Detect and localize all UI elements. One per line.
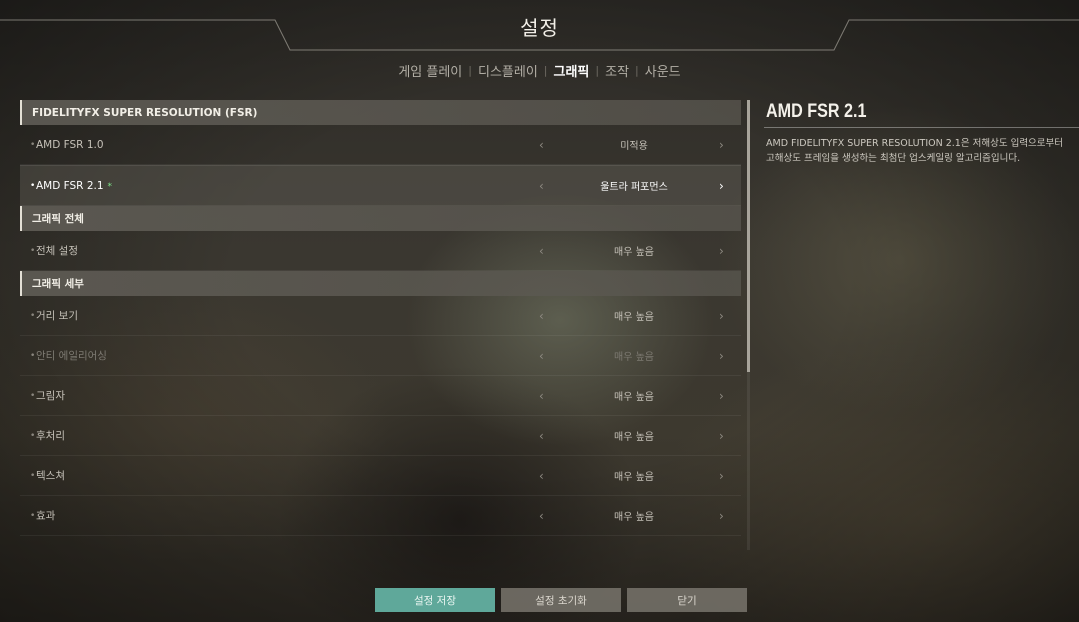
setting-value: 매우 높음 bbox=[614, 512, 654, 523]
tab-controls[interactable]: 조작 bbox=[599, 61, 635, 80]
setting-row-post-processing[interactable]: • 후처리 ‹ 매우 높음 › bbox=[20, 416, 741, 456]
section-header-detail: 그래픽 세부 bbox=[20, 271, 741, 296]
tab-bar: 게임 플레이 | 디스플레이 | 그래픽 | 조작 | 사운드 bbox=[0, 61, 1079, 80]
arrow-left-icon[interactable]: ‹ bbox=[539, 179, 544, 193]
setting-value: 매우 높음 bbox=[614, 312, 654, 323]
setting-label: 그림자 bbox=[36, 390, 65, 402]
setting-row-effects[interactable]: • 효과 ‹ 매우 높음 › bbox=[20, 496, 741, 536]
bullet-icon: • bbox=[30, 350, 36, 361]
scrollbar-thumb[interactable] bbox=[747, 100, 750, 372]
setting-value: 매우 높음 bbox=[614, 392, 654, 403]
close-button[interactable]: 닫기 bbox=[627, 588, 747, 612]
setting-label: 안티 에일리어싱 bbox=[36, 350, 107, 362]
setting-value: 매우 높음 bbox=[614, 352, 654, 363]
bullet-icon: • bbox=[30, 245, 36, 256]
arrow-right-icon[interactable]: › bbox=[719, 389, 724, 403]
setting-row-overall-preset[interactable]: • 전체 설정 ‹ 매우 높음 › bbox=[20, 231, 741, 271]
arrow-right-icon[interactable]: › bbox=[719, 138, 724, 152]
setting-value: 매우 높음 bbox=[614, 432, 654, 443]
arrow-left-icon[interactable]: ‹ bbox=[539, 429, 544, 443]
setting-label: AMD FSR 1.0 bbox=[36, 138, 104, 151]
arrow-right-icon[interactable]: › bbox=[719, 244, 724, 258]
arrow-right-icon[interactable]: › bbox=[719, 509, 724, 523]
arrow-left-icon[interactable]: ‹ bbox=[539, 244, 544, 258]
page-title: 설정 bbox=[520, 16, 559, 40]
setting-label: AMD FSR 2.1 * bbox=[36, 180, 112, 192]
tab-graphics[interactable]: 그래픽 bbox=[548, 61, 596, 80]
modified-star-icon: * bbox=[107, 181, 113, 192]
setting-row-anti-aliasing: • 안티 에일리어싱 ‹ 매우 높음 › bbox=[20, 336, 741, 376]
bullet-icon: • bbox=[30, 390, 36, 401]
arrow-right-icon[interactable]: › bbox=[719, 309, 724, 323]
setting-label-text: AMD FSR 2.1 bbox=[36, 179, 104, 192]
description-title: AMD FSR 2.1 bbox=[766, 101, 867, 122]
arrow-left-icon[interactable]: ‹ bbox=[539, 509, 544, 523]
reset-settings-button[interactable]: 설정 초기화 bbox=[501, 588, 621, 612]
arrow-right-icon[interactable]: › bbox=[719, 179, 724, 193]
setting-row-textures[interactable]: • 텍스쳐 ‹ 매우 높음 › bbox=[20, 456, 741, 496]
bullet-icon: • bbox=[30, 180, 36, 191]
arrow-right-icon[interactable]: › bbox=[719, 469, 724, 483]
setting-value: 울트라 퍼포먼스 bbox=[600, 182, 668, 193]
setting-value: 미적용 bbox=[620, 141, 648, 152]
section-header-overall: 그래픽 전체 bbox=[20, 206, 741, 231]
arrow-left-icon: ‹ bbox=[539, 348, 544, 363]
bullet-icon: • bbox=[30, 430, 36, 441]
tab-gameplay[interactable]: 게임 플레이 bbox=[392, 61, 468, 80]
settings-list: FIDELITYFX SUPER RESOLUTION (FSR) • AMD … bbox=[20, 100, 741, 536]
description-divider bbox=[764, 127, 1079, 128]
arrow-left-icon[interactable]: ‹ bbox=[539, 138, 544, 152]
setting-row-shadows[interactable]: • 그림자 ‹ 매우 높음 › bbox=[20, 376, 741, 416]
tab-sound[interactable]: 사운드 bbox=[639, 61, 687, 80]
bullet-icon: • bbox=[30, 310, 36, 321]
setting-row-amd-fsr-1[interactable]: • AMD FSR 1.0 ‹ 미적용 › bbox=[20, 125, 741, 165]
description-text: AMD FIDELITYFX SUPER RESOLUTION 2.1은 저해상… bbox=[766, 138, 1064, 164]
arrow-left-icon[interactable]: ‹ bbox=[539, 469, 544, 483]
bullet-icon: • bbox=[30, 139, 36, 150]
bullet-icon: • bbox=[30, 510, 36, 521]
setting-row-amd-fsr-2[interactable]: • AMD FSR 2.1 * ‹ 울트라 퍼포먼스 › bbox=[20, 165, 741, 206]
bullet-icon: • bbox=[30, 470, 36, 481]
section-header-fsr: FIDELITYFX SUPER RESOLUTION (FSR) bbox=[20, 100, 741, 125]
setting-label: 효과 bbox=[36, 510, 56, 522]
arrow-left-icon[interactable]: ‹ bbox=[539, 309, 544, 323]
setting-row-view-distance[interactable]: • 거리 보기 ‹ 매우 높음 › bbox=[20, 296, 741, 336]
setting-label: 전체 설정 bbox=[36, 245, 78, 257]
tab-display[interactable]: 디스플레이 bbox=[472, 61, 544, 80]
setting-value: 매우 높음 bbox=[614, 472, 654, 483]
save-settings-button[interactable]: 설정 저장 bbox=[375, 588, 495, 612]
setting-label: 거리 보기 bbox=[36, 310, 78, 322]
arrow-left-icon[interactable]: ‹ bbox=[539, 389, 544, 403]
setting-label: 후처리 bbox=[36, 430, 65, 442]
arrow-right-icon: › bbox=[719, 348, 724, 363]
setting-label: 텍스쳐 bbox=[36, 470, 65, 482]
setting-value: 매우 높음 bbox=[614, 247, 654, 258]
arrow-right-icon[interactable]: › bbox=[719, 429, 724, 443]
